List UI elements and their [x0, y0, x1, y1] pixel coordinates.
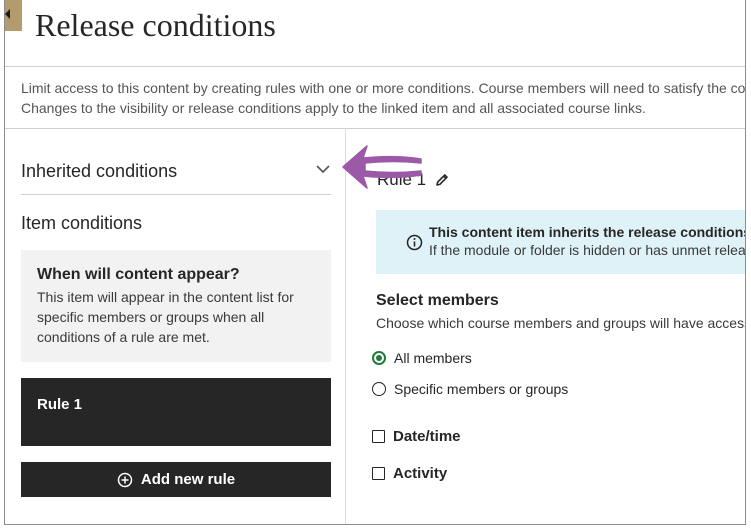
rule-card[interactable]: Rule 1 — [21, 378, 331, 446]
select-members-description: Choose which course members and groups w… — [376, 315, 746, 331]
content-appear-info: When will content appear? This item will… — [21, 250, 331, 362]
info-text-line-2: specific members or groups when all — [37, 309, 265, 325]
info-box-text: This item will appear in the content lis… — [37, 287, 317, 347]
checkbox-activity[interactable]: Activity — [372, 465, 447, 482]
checkbox-date-time[interactable]: Date/time — [372, 428, 461, 445]
add-rule-label: Add new rule — [140, 471, 236, 488]
header-divider — [5, 66, 745, 67]
radio-specific-members-label: Specific members or groups — [394, 381, 569, 397]
info-text-line-1: This item will appear in the content lis… — [37, 289, 294, 305]
inherit-notice: This content item inherits the release c… — [376, 210, 746, 274]
notice-text: If the module or folder is hidden or has… — [429, 242, 746, 258]
notice-title: This content item inherits the release c… — [429, 224, 746, 240]
arrow-annotation — [342, 145, 422, 189]
description-line-2: Changes to the visibility or release con… — [21, 100, 646, 116]
inherited-conditions-toggle[interactable]: Inherited conditions — [21, 158, 331, 195]
item-conditions-title: Item conditions — [21, 213, 143, 233]
pencil-icon[interactable] — [434, 172, 450, 188]
radio-all-members-label: All members — [394, 350, 472, 366]
checkbox-activity-control[interactable] — [372, 467, 385, 480]
chevron-down-icon[interactable] — [315, 162, 331, 176]
description-line-1: Limit access to this content by creating… — [21, 80, 746, 96]
radio-all-members-control[interactable] — [372, 351, 386, 365]
select-members-title: Select members — [376, 292, 499, 309]
checkbox-date-time-control[interactable] — [372, 430, 385, 443]
radio-specific-members-control[interactable] — [372, 382, 386, 396]
checkbox-date-time-label: Date/time — [393, 428, 461, 445]
radio-specific-members[interactable]: Specific members or groups — [372, 381, 568, 397]
info-circle-icon — [406, 234, 423, 251]
checkbox-activity-label: Activity — [393, 465, 448, 482]
plus-circle-icon — [117, 472, 133, 487]
page-title: Release conditions — [35, 7, 276, 43]
release-conditions-panel: Release conditions Limit access to this … — [4, 0, 746, 525]
rule-card-label: Rule 1 — [37, 396, 83, 413]
add-rule-button[interactable]: Add new rule — [21, 462, 331, 497]
page-description: Limit access to this content by creating… — [21, 78, 746, 118]
back-icon[interactable] — [5, 0, 22, 31]
inherited-conditions-title: Inherited conditions — [21, 161, 178, 181]
radio-all-members[interactable]: All members — [372, 350, 472, 366]
description-divider — [5, 128, 745, 129]
info-text-line-3: conditions of a rule are met. — [37, 329, 210, 345]
info-box-title: When will content appear? — [37, 266, 240, 283]
